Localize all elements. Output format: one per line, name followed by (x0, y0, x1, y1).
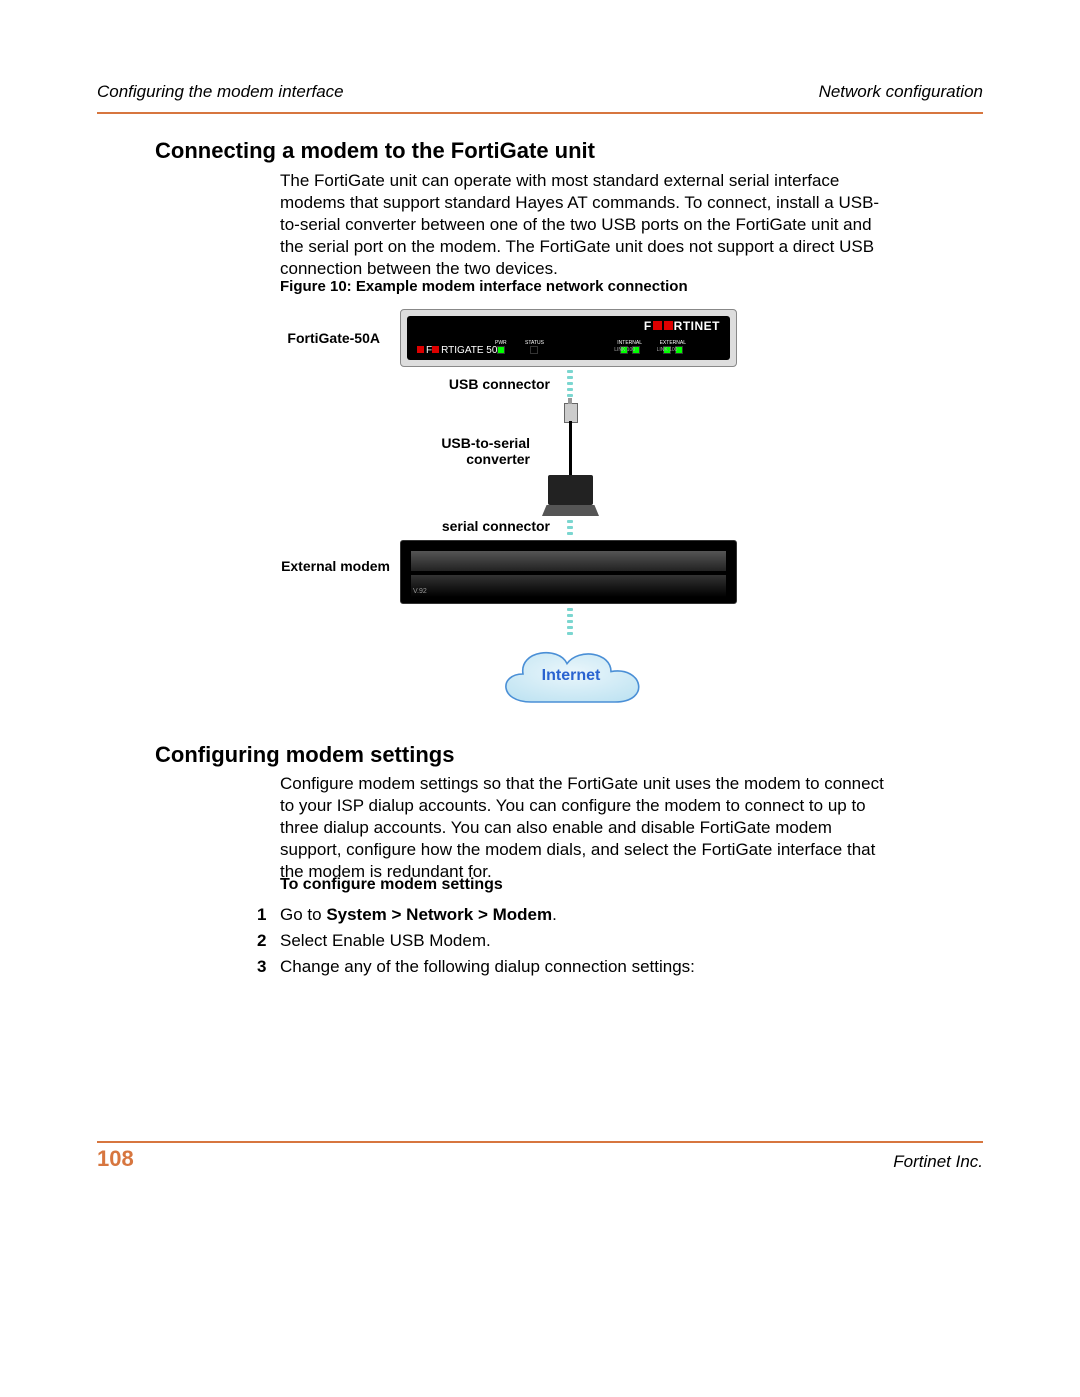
serial-connector-icon (542, 505, 599, 516)
list-item: 3 Change any of the following dialup con… (257, 957, 897, 977)
list-item: 1 Go to System > Network > Modem. (257, 905, 897, 925)
steps-list: 1 Go to System > Network > Modem. 2 Sele… (257, 899, 897, 977)
label-usb-connector: USB connector (430, 376, 550, 392)
serial-converter-icon (548, 475, 593, 505)
label-usb-to-serial-2: converter (410, 451, 530, 467)
section2-subheading: To configure modem settings (280, 876, 503, 894)
logo-square-icon (653, 321, 662, 330)
step-text: Change any of the following dialup conne… (280, 957, 695, 977)
step-number: 1 (257, 905, 280, 925)
cable-icon (569, 421, 572, 475)
footer-rule (97, 1141, 983, 1143)
device-fortigate: FRTINET FRTIGATE 50A PWR STATUS INTERNAL… (400, 309, 737, 367)
logo-square-icon (664, 321, 673, 330)
label-usb-to-serial-1: USB-to-serial (410, 435, 530, 451)
logo-square-icon (432, 346, 439, 353)
led-internal: INTERNALLINK 100 (617, 340, 642, 355)
step-number: 2 (257, 931, 280, 951)
header-right: Network configuration (819, 82, 983, 102)
section1-body: The FortiGate unit can operate with most… (280, 170, 890, 280)
label-internet: Internet (490, 667, 652, 685)
modem-v92-label: V.92 (413, 588, 427, 595)
connector-dots (567, 367, 573, 400)
step-text: Select Enable USB Modem. (280, 931, 491, 951)
led-status: STATUS (525, 340, 544, 355)
device-modem: V.92 (400, 540, 737, 604)
figure-diagram: FortiGate-50A FRTINET FRTIGATE 50A PWR S… (280, 300, 760, 720)
usb-plug-icon (564, 403, 578, 423)
header-left: Configuring the modem interface (97, 82, 344, 102)
logo-square-icon (417, 346, 424, 353)
section-heading-configuring: Configuring modem settings (155, 742, 454, 768)
footer-company: Fortinet Inc. (893, 1152, 983, 1172)
step-number: 3 (257, 957, 280, 977)
led-external: EXTERNALLINK 100 (660, 340, 686, 355)
product-label: FRTIGATE 50A (417, 345, 504, 356)
label-external-modem: External modem (260, 558, 390, 574)
cloud-internet-icon: Internet (490, 638, 652, 718)
list-item: 2 Select Enable USB Modem. (257, 931, 897, 951)
label-fortigate: FortiGate-50A (260, 330, 380, 346)
section-heading-connecting: Connecting a modem to the FortiGate unit (155, 138, 595, 164)
connector-dots (567, 517, 573, 538)
led-pwr: PWR (495, 340, 507, 355)
step-text: Go to System > Network > Modem. (280, 905, 557, 925)
label-serial-connector: serial connector (418, 518, 550, 534)
connector-dots (567, 605, 573, 638)
brand-fortinet: FRTINET (644, 319, 720, 333)
section2-body: Configure modem settings so that the For… (280, 773, 890, 883)
page-number: 108 (97, 1146, 134, 1172)
header-rule (97, 112, 983, 114)
figure-caption: Figure 10: Example modem interface netwo… (280, 278, 688, 295)
